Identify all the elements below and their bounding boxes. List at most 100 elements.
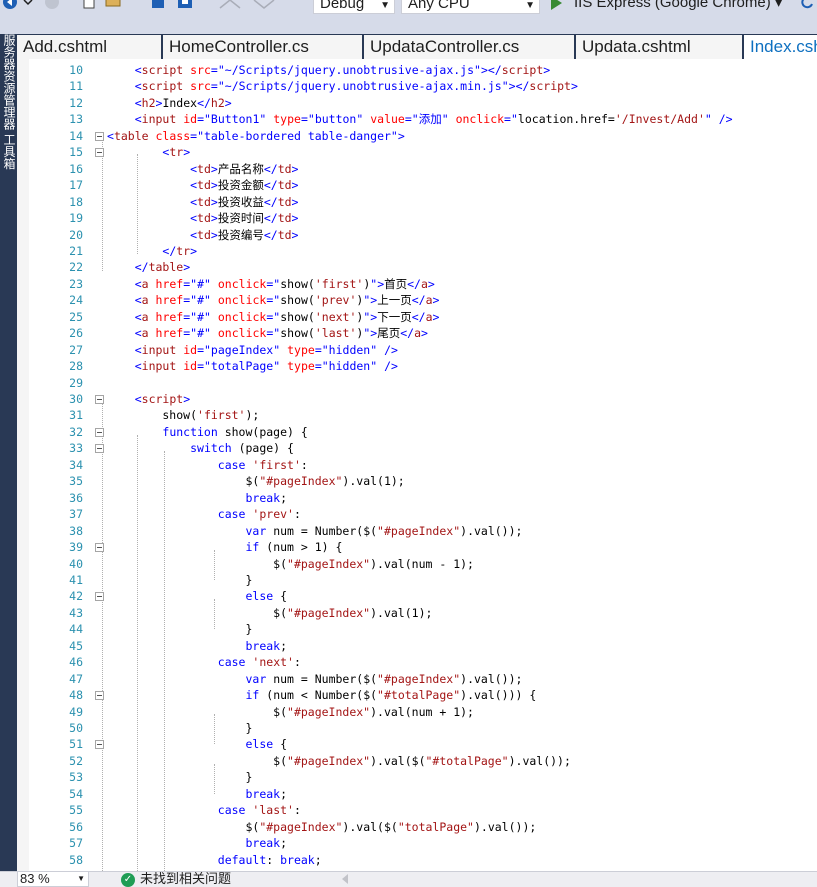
tab-updatacontroller[interactable]: UpdataController.cs [364, 35, 576, 59]
code-editor[interactable]: 10 <script src="~/Scripts/jquery.unobtru… [17, 59, 817, 871]
code-line[interactable]: 54 break; [17, 786, 817, 802]
code-line[interactable]: 28 <input id="totalPage" type="hidden" /… [17, 358, 817, 374]
code-line[interactable]: 34 case 'first': [17, 457, 817, 473]
scroll-left-icon[interactable] [342, 874, 348, 884]
collapse-region-icon[interactable] [95, 691, 104, 701]
code-line[interactable]: 47 var num = Number($("#pageIndex").val(… [17, 671, 817, 687]
code-token: "button" [307, 112, 364, 127]
collapse-region-icon[interactable] [95, 427, 104, 437]
issues-status[interactable]: 未找到相关问题 [140, 872, 231, 887]
code-text: default: break; [107, 852, 322, 868]
code-token: if [245, 688, 260, 703]
code-line[interactable]: 27 <input id="pageIndex" type="hidden" /… [17, 342, 817, 358]
code-line[interactable]: 10 <script src="~/Scripts/jquery.unobtru… [17, 62, 817, 78]
code-line[interactable]: 39 if (num > 1) { [17, 539, 817, 555]
tab-add-cshtml[interactable]: Add.cshtml [17, 35, 163, 59]
code-line[interactable]: 41 } [17, 572, 817, 588]
file-save-icons[interactable] [80, 0, 200, 14]
line-number: 52 [69, 753, 83, 768]
code-line[interactable]: 40 $("#pageIndex").val(num - 1); [17, 556, 817, 572]
navigate-back-forward-icon[interactable] [2, 0, 62, 14]
refresh-icon[interactable] [800, 0, 817, 14]
undo-redo-icons[interactable] [214, 0, 300, 14]
code-line[interactable]: 21 </tr> [17, 243, 817, 259]
code-line[interactable]: 44 } [17, 621, 817, 637]
code-line[interactable]: 38 var num = Number($("#pageIndex").val(… [17, 523, 817, 539]
code-line[interactable]: 55 case 'last': [17, 802, 817, 818]
code-line[interactable]: 57 break; [17, 835, 817, 851]
collapse-region-icon[interactable] [95, 444, 104, 454]
code-line[interactable]: 13 <input id="Button1" type="button" val… [17, 111, 817, 127]
code-text: <a href="#" onclick="show('next')">下一页</… [107, 309, 440, 325]
code-line[interactable]: 42 else { [17, 588, 817, 604]
code-line[interactable]: 12 <h2>Index</h2> [17, 95, 817, 111]
code-line[interactable]: 18 <td>投资收益</td> [17, 194, 817, 210]
code-line[interactable]: 11 <script src="~/Scripts/jquery.unobtru… [17, 78, 817, 94]
code-line[interactable]: 58 default: break; [17, 852, 817, 868]
collapse-region-icon[interactable] [95, 592, 104, 602]
tab-updata-cshtml[interactable]: Updata.cshtml [576, 35, 744, 59]
code-line[interactable]: 22 </table> [17, 259, 817, 275]
code-token: onclick [217, 293, 267, 308]
code-line[interactable]: 24 <a href="#" onclick="show('prev')">上一… [17, 292, 817, 308]
code-line[interactable]: 53 } [17, 769, 817, 785]
collapse-region-icon[interactable] [95, 740, 104, 750]
code-line[interactable]: 29 [17, 375, 817, 391]
tab-index-cshtml[interactable]: Index.cshtml [744, 35, 817, 59]
zoom-select[interactable]: 83 % ▼ [17, 872, 89, 887]
collapse-region-icon[interactable] [95, 131, 104, 141]
line-number: 45 [69, 638, 83, 653]
play-icon[interactable] [551, 0, 562, 10]
code-line[interactable]: 56 $("#pageIndex").val($("totalPage").va… [17, 819, 817, 835]
tab-homecontroller[interactable]: HomeController.cs [163, 35, 364, 59]
code-line[interactable]: 17 <td>投资金额</td> [17, 177, 817, 193]
solution-platform-select[interactable]: Any CPU ▼ [401, 0, 540, 14]
code-token: < [107, 128, 114, 143]
collapse-region-icon[interactable] [95, 148, 104, 158]
code-token: type [287, 342, 315, 357]
tab-label: UpdataController.cs [370, 37, 520, 56]
code-token: < [190, 178, 198, 193]
code-line[interactable]: 31 show('first'); [17, 407, 817, 423]
code-text: if (num < Number($("#totalPage").val()))… [107, 687, 536, 703]
code-line[interactable]: 19 <td>投资时间</td> [17, 210, 817, 226]
code-line[interactable]: 35 $("#pageIndex").val(1); [17, 473, 817, 489]
code-line[interactable]: 37 case 'prev': [17, 506, 817, 522]
line-number: 48 [69, 688, 83, 703]
code-token: if [245, 540, 260, 555]
code-line[interactable]: 50 } [17, 720, 817, 736]
start-debugging-button[interactable]: IIS Express (Google Chrome) ▾ [574, 0, 782, 12]
code-line[interactable]: 36 break; [17, 490, 817, 506]
code-token: } [107, 770, 253, 785]
code-token: "#totalPage" [425, 753, 509, 768]
code-line[interactable]: 48 if (num < Number($("#totalPage").val(… [17, 687, 817, 703]
code-token: a [141, 276, 149, 291]
code-line[interactable]: 46 case 'next': [17, 654, 817, 670]
code-line[interactable]: 16 <td>产品名称</td> [17, 161, 817, 177]
code-line[interactable]: 49 $("#pageIndex").val(num + 1); [17, 704, 817, 720]
code-token: table [113, 128, 149, 143]
code-line[interactable]: 26 <a href="#" onclick="show('last')">尾页… [17, 325, 817, 341]
side-panel-tabs[interactable]: 服务器资源管理器 工具箱 [1, 34, 16, 169]
code-line[interactable]: 51 else { [17, 736, 817, 752]
code-token: "#pageIndex" [377, 671, 461, 686]
code-line[interactable]: 45 break; [17, 638, 817, 654]
code-line[interactable]: 30 <script> [17, 391, 817, 407]
code-line[interactable]: 14 <table class="table-bordered table-dan… [17, 128, 817, 144]
code-line[interactable]: 23 <a href="#" onclick="show('first')">首… [17, 276, 817, 292]
collapse-region-icon[interactable] [95, 543, 104, 553]
collapse-region-icon[interactable] [95, 395, 104, 404]
code-line[interactable]: 43 $("#pageIndex").val(1); [17, 605, 817, 621]
code-line[interactable]: 15 <tr> [17, 144, 817, 160]
code-line[interactable]: 20 <td>投资编号</td> [17, 227, 817, 243]
code-token: function [162, 424, 218, 439]
code-line[interactable]: 33 switch (page) { [17, 440, 817, 456]
code-line[interactable]: 32 function show(page) { [17, 424, 817, 440]
code-token: onclick [217, 326, 267, 341]
code-line[interactable]: 25 <a href="#" onclick="show('next')">下一… [17, 309, 817, 325]
code-line[interactable]: 52 $("#pageIndex").val($("#totalPage").v… [17, 753, 817, 769]
solution-configuration-select[interactable]: Debug ▼ [313, 0, 395, 14]
code-text: <input id="Button1" type="button" value=… [107, 111, 733, 127]
